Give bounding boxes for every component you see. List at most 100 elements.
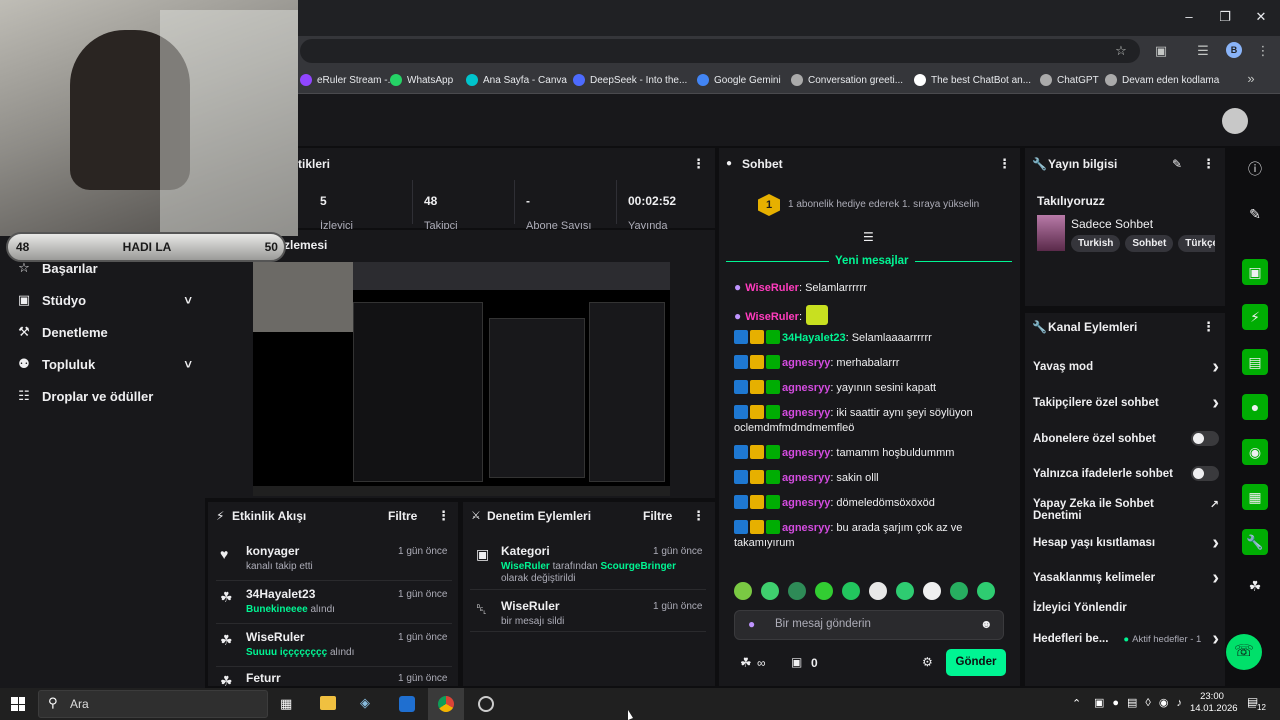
chat-username[interactable]: agnesryy (782, 407, 830, 419)
stream-tag[interactable]: Türkçe (1178, 235, 1215, 252)
moderation-more-icon[interactable]: ⋮ (692, 508, 705, 524)
chat-username[interactable]: WiseRuler (745, 311, 799, 323)
tray-chevron-icon[interactable]: ⌃ (1072, 697, 1081, 710)
bookmark-item[interactable]: eRuler Stream -... (300, 72, 396, 88)
toggle-switch[interactable] (1191, 431, 1219, 446)
broadcast-icon[interactable]: ◉ (1242, 439, 1268, 465)
edit-icon[interactable]: ✎ (1172, 157, 1182, 171)
notes-icon[interactable]: ▤ (1242, 349, 1268, 375)
windows-start-icon[interactable] (11, 697, 25, 711)
sidebar-item[interactable]: ⚉ Topluluk ˅ (16, 356, 192, 372)
emote-icon[interactable] (869, 582, 887, 600)
toggle-switch[interactable] (1191, 466, 1219, 481)
channel-points-icon[interactable]: ☘ (1242, 573, 1268, 599)
activity-user[interactable]: Feturr (246, 671, 281, 685)
chevron-right-icon[interactable]: › (1212, 568, 1219, 588)
chat-username[interactable]: agnesryy (782, 497, 830, 509)
emote-icon[interactable] (950, 582, 968, 600)
emote-icon[interactable] (923, 582, 941, 600)
send-button[interactable]: Gönder (946, 649, 1006, 676)
emote-icon[interactable] (977, 582, 995, 600)
chat-username[interactable]: WiseRuler (745, 282, 799, 294)
chevron-down-icon[interactable]: ˅ (184, 293, 192, 308)
store-icon[interactable] (399, 696, 415, 712)
activity-user[interactable]: WiseRuler (246, 630, 305, 644)
pencil-icon[interactable]: ✎ (1242, 201, 1268, 227)
moderation-filter-button[interactable]: Filtre (643, 509, 672, 523)
bookmark-star-icon[interactable]: ☆ (1112, 42, 1130, 60)
stats-more-icon[interactable]: ⋮ (692, 156, 705, 172)
bookmark-item[interactable]: DeepSeek - Into the... (573, 72, 687, 88)
chat-icon[interactable]: ● (1242, 394, 1268, 420)
activity-more-icon[interactable]: ⋮ (437, 508, 450, 524)
channel-action-item[interactable]: Yasaklanmış kelimeler › (1033, 568, 1219, 588)
channel-action-item[interactable]: Yalnızca ifadelerle sohbet (1033, 466, 1219, 481)
wrench-icon[interactable]: 🔧 (1242, 529, 1268, 555)
chat-username[interactable]: agnesryy (782, 472, 830, 484)
bookmark-item[interactable]: The best ChatBot an... (914, 72, 1031, 88)
sidebar-item[interactable]: ▣ Stüdyo ˅ (16, 292, 192, 308)
stream-tag[interactable]: Sohbet (1125, 235, 1174, 252)
stream-tag[interactable]: Turkish (1071, 235, 1121, 252)
collapse-icon[interactable]: ☰ (863, 230, 874, 244)
channel-points-icon[interactable]: ☘ (740, 655, 752, 671)
emote-icon[interactable] (896, 582, 914, 600)
activity-filter-button[interactable]: Filtre (388, 509, 417, 523)
mic-icon[interactable]: ● (748, 617, 755, 631)
channel-action-item[interactable]: Yavaş mod › (1033, 357, 1219, 377)
channel-action-item[interactable]: Abonelere özel sohbet (1033, 431, 1219, 446)
address-bar[interactable] (300, 39, 1140, 63)
stream-info-more-icon[interactable]: ⋮ (1202, 156, 1215, 172)
chat-username[interactable]: agnesryy (782, 357, 830, 369)
sidebar-item[interactable]: ☷ Droplar ve ödüller (16, 388, 192, 404)
bookmark-item[interactable]: Conversation greeti... (791, 72, 903, 88)
sidebar-item[interactable]: ⚒ Denetleme (16, 324, 192, 340)
file-explorer-icon[interactable] (320, 696, 336, 710)
bookmark-item[interactable]: Devam eden kodlama (1105, 72, 1219, 88)
treasure-icon[interactable]: ▣ (791, 655, 802, 669)
emote-icon[interactable] (788, 582, 806, 600)
emote-icon[interactable] (815, 582, 833, 600)
more-bookmarks-icon[interactable]: » (1242, 70, 1260, 88)
media-icon[interactable]: ☰ (1194, 42, 1212, 60)
help-headset-icon[interactable]: ☏ (1226, 634, 1262, 670)
stream-preview-video[interactable] (253, 262, 670, 496)
channel-action-item[interactable]: Takipçilere özel sohbet › (1033, 393, 1219, 413)
menu-dots-icon[interactable]: ⋮ (1254, 42, 1272, 60)
user-avatar[interactable] (1222, 108, 1248, 134)
info-icon[interactable]: ⓘ (1242, 156, 1268, 182)
channel-actions-more-icon[interactable]: ⋮ (1202, 319, 1215, 335)
chevron-right-icon[interactable]: › (1212, 393, 1219, 413)
activity-user[interactable]: konyager (246, 544, 299, 558)
chat-username[interactable]: agnesryy (782, 522, 830, 534)
chat-username[interactable]: agnesryy (782, 382, 830, 394)
chat-more-icon[interactable]: ⋮ (998, 156, 1011, 172)
extensions-icon[interactable]: ▣ (1152, 42, 1170, 60)
chevron-down-icon[interactable]: ˅ (184, 357, 192, 372)
category-name[interactable]: ScourgeBringer (600, 561, 676, 572)
chevron-right-icon[interactable]: › (1212, 533, 1219, 553)
sidebar-item[interactable]: ☆ Başarılar (16, 260, 192, 276)
chat-username[interactable]: agnesryy (782, 447, 830, 459)
channel-action-item[interactable]: Hedefleri be... ● Aktif hedefler - 1 › (1033, 629, 1219, 649)
taskbar-clock[interactable]: 23:00 14.01.2026 (1190, 691, 1238, 715)
channel-action-item[interactable]: Yapay Zeka ile Sohbet Denetimi ↗ (1033, 498, 1219, 522)
activity-user[interactable]: 34Hayalet23 (246, 587, 315, 601)
chevron-right-icon[interactable]: › (1212, 357, 1219, 377)
external-link-icon[interactable]: ↗ (1210, 498, 1219, 511)
obs-icon[interactable] (478, 696, 494, 712)
emote-picker-icon[interactable]: ☻ (980, 617, 993, 631)
bookmark-item[interactable]: Google Gemini (697, 72, 781, 88)
close-icon[interactable]: ✕ (1252, 8, 1270, 26)
chat-username[interactable]: 34Hayalet23 (782, 332, 846, 344)
app-icon[interactable]: ◈ (360, 695, 370, 711)
chat-settings-icon[interactable]: ⚙ (922, 655, 933, 669)
channel-action-item[interactable]: İzleyici Yönlendir (1033, 602, 1219, 614)
moderator-name[interactable]: WiseRuler (501, 561, 550, 572)
clip-icon[interactable]: ▣ (1242, 259, 1268, 285)
layout-icon[interactable]: ▦ (1242, 484, 1268, 510)
emote-icon[interactable] (842, 582, 860, 600)
minimize-icon[interactable]: – (1180, 8, 1198, 26)
emote-icon[interactable] (734, 582, 752, 600)
bookmark-item[interactable]: WhatsApp (390, 72, 453, 88)
